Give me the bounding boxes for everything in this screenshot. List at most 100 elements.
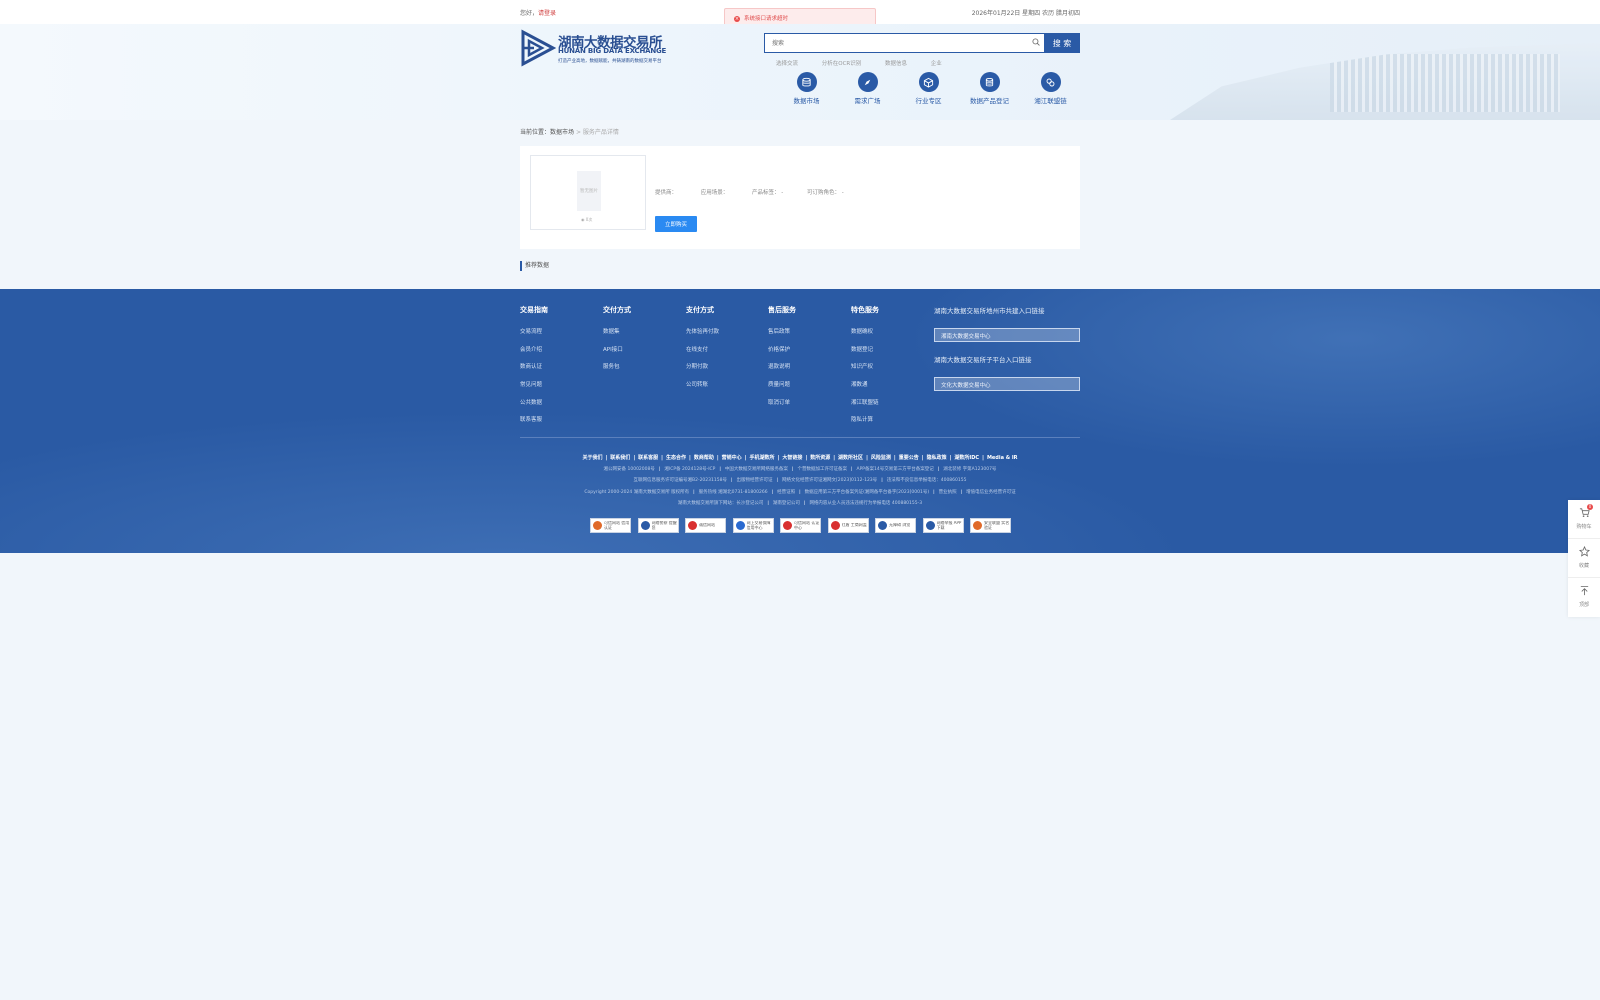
arrow-up-icon [1580, 585, 1588, 596]
footer-main-link[interactable]: Media & IR [979, 455, 1017, 461]
footer-link[interactable]: 质量问题 [768, 380, 850, 398]
license-text[interactable]: 网络文化经营许可证湘网文[2023]0112-123号 [773, 478, 878, 483]
license-text[interactable]: 湖南大数据交易所旗下网站：长沙登记公司 [678, 501, 764, 506]
footer-link[interactable]: 联系客服 [520, 415, 602, 433]
hot-keyword[interactable]: 数据信息 [885, 61, 907, 67]
footer-main-link[interactable]: 大智链接 [775, 455, 803, 461]
database-icon [796, 72, 817, 92]
footer-main-link[interactable]: 生态合作 [658, 455, 686, 461]
cart-label: 购物车 [1576, 524, 1592, 530]
footer-link[interactable]: 价格保护 [768, 345, 850, 363]
license-text[interactable]: 经营证照 [768, 490, 796, 495]
collect-button[interactable]: 收藏 [1568, 539, 1600, 578]
footer-main-link[interactable]: 重要公告 [891, 455, 919, 461]
license-text[interactable]: 湖北装修 字第A123007号 [934, 467, 997, 472]
nav-item-industry-zone[interactable]: 行业专区 [898, 72, 959, 105]
footer-main-link[interactable]: 联系我们 [602, 455, 630, 461]
footer-link[interactable]: 交易流程 [520, 327, 602, 345]
license-text[interactable]: 网络内容从业人员违法违规行为举报电话 400880155-3 [800, 501, 922, 506]
footer-main-link[interactable]: 湖数所社区 [830, 455, 863, 461]
footer-main-link[interactable]: 手机湖数所 [742, 455, 775, 461]
cert-badge[interactable]: 无障碍 浏览 [875, 518, 916, 533]
portal-city-select[interactable]: 湘南大数据交易中心 [934, 328, 1080, 342]
license-text[interactable]: 中国大数据交易所网络服务备案 [715, 467, 788, 472]
footer-main-link[interactable]: 风险监测 [863, 455, 891, 461]
footer-link[interactable]: 数据登记 [851, 345, 933, 363]
license-text[interactable]: 湘公网安备 10002008号 [604, 467, 655, 472]
license-text[interactable]: APP备案14号交易第三方平台备案登记 [847, 467, 934, 472]
portal-sub-platform-select[interactable]: 文化大数据交易中心 [934, 377, 1080, 391]
footer-link[interactable]: 湘数通 [851, 380, 933, 398]
footer-main-links: 关于我们联系我们联系客服生态合作数商帮助营销中心手机湖数所大智链接数所资源湖数所… [520, 454, 1080, 461]
footer-main-link[interactable]: 联系客服 [630, 455, 658, 461]
footer-link[interactable]: API接口 [603, 345, 685, 363]
footer-main-link[interactable]: 营销中心 [714, 455, 742, 461]
portal-title: 湖南大数据交易所地州市共建入口链接 [934, 307, 1045, 315]
badge-icon [688, 521, 697, 530]
meta-scenario: 应用场景： [700, 190, 729, 196]
nav-item-xiangjiang-chain[interactable]: 湘江联盟链 [1020, 72, 1081, 105]
breadcrumb-link-market[interactable]: 数据市场 [550, 129, 574, 136]
buy-now-button[interactable]: 立即购买 [655, 216, 697, 232]
footer-link[interactable]: 数据确权 [851, 327, 933, 345]
search-button[interactable]: 搜 索 [1044, 33, 1080, 53]
nav-item-data-market[interactable]: 数据市场 [776, 72, 837, 105]
license-text[interactable]: 营业执照 [929, 490, 957, 495]
footer-link[interactable]: 数商认证 [520, 362, 602, 380]
cert-badge[interactable]: 网络警察 提醒您 [637, 518, 679, 533]
license-text[interactable]: 互联网信息服务许可证编号湘B2-20231158号 [634, 478, 727, 483]
footer-link[interactable]: 隐私计算 [851, 415, 933, 433]
footer-link[interactable]: 公共数据 [520, 398, 602, 416]
logo[interactable]: 湖南大数据交易所 HUNAN BIG DATA EXCHANGE 打造产业高地，… [520, 28, 670, 72]
footer-link[interactable]: 分期付款 [686, 362, 768, 380]
search-icon[interactable] [1032, 38, 1040, 46]
footer-main-link[interactable]: 数商帮助 [686, 455, 714, 461]
cert-badge[interactable]: 可信网站 信用认证 [590, 518, 631, 533]
star-icon [1578, 545, 1590, 557]
license-text[interactable]: 湘ICP备 2024128号-ICP [655, 467, 716, 472]
hot-keyword[interactable]: 企业 [931, 61, 942, 67]
footer-license-row-2: 互联网信息服务许可证编号湘B2-20231158号出版物经营许可证网络文化经营许… [520, 477, 1080, 483]
footer-link[interactable]: 会员介绍 [520, 345, 602, 363]
hot-keyword[interactable]: 选择交流 [776, 61, 798, 67]
footer-link[interactable]: 服务包 [603, 362, 685, 380]
footer-link[interactable]: 湘江联盟链 [851, 398, 933, 416]
footer-link[interactable]: 先体验再付款 [686, 327, 768, 345]
footer-link[interactable]: 常见问题 [520, 380, 602, 398]
license-text[interactable]: 增值电信业务经营许可证 [957, 490, 1016, 495]
back-to-top-button[interactable]: 顶部 [1568, 578, 1600, 617]
cert-badge[interactable]: 红盾 工商网监 [827, 518, 869, 533]
footer-link[interactable]: 公司转账 [686, 380, 768, 398]
footer-link[interactable]: 数据集 [603, 327, 685, 345]
nav-item-demand-square[interactable]: 需求广场 [837, 72, 898, 105]
cert-badge[interactable]: 可信网站 认证中心 [780, 518, 821, 533]
cert-badge[interactable]: 网络举报 APP下载 [922, 518, 964, 533]
footer-link[interactable]: 退款说明 [768, 362, 850, 380]
license-text[interactable]: 出版物经营许可证 [727, 478, 773, 483]
cart-button[interactable]: 0 购物车 [1568, 500, 1600, 539]
nav-item-product-register[interactable]: 数据产品登记 [959, 72, 1020, 105]
footer-main-link[interactable]: 隐私政策 [919, 455, 947, 461]
license-text[interactable]: 服务热线 湘湖北0731-81800266 [689, 490, 767, 495]
license-text[interactable]: 湖南登记公司 [763, 501, 800, 506]
login-link[interactable]: 请登录 [538, 10, 556, 17]
license-text[interactable]: 数据应用第三方平台备案凭证(湘网备平台备字[2023]0001号) [795, 490, 929, 495]
search-input[interactable] [764, 33, 1044, 53]
footer-link[interactable]: 售后政策 [768, 327, 850, 345]
license-text[interactable]: 违法和不良信息举报电话：400860155 [877, 478, 966, 483]
footer-link[interactable]: 取消订单 [768, 398, 850, 416]
cert-badge[interactable]: 安全联盟 实名验证 [970, 518, 1011, 533]
footer-link[interactable]: 在线支付 [686, 345, 768, 363]
footer-col-title: 支付方式 [686, 306, 714, 314]
hot-keywords: 选择交流 分析在OCR识别 数据信息 企业 [776, 59, 964, 67]
hot-keyword[interactable]: 分析在OCR识别 [822, 61, 862, 67]
cube-icon [918, 72, 939, 92]
footer-link[interactable]: 知识产权 [851, 362, 933, 380]
footer-main-link[interactable]: 湖数所IDC [947, 455, 980, 461]
views-count: ◉ 0次 [581, 217, 592, 223]
footer-main-link[interactable]: 数所资源 [802, 455, 830, 461]
cert-badge[interactable]: 网上交易保障 信用中心 [732, 518, 774, 533]
footer-main-link[interactable]: 关于我们 [582, 455, 602, 461]
cert-badge[interactable]: 诚信网站 [685, 518, 726, 533]
license-text[interactable]: 个营数据加工许可证备案 [788, 467, 847, 472]
